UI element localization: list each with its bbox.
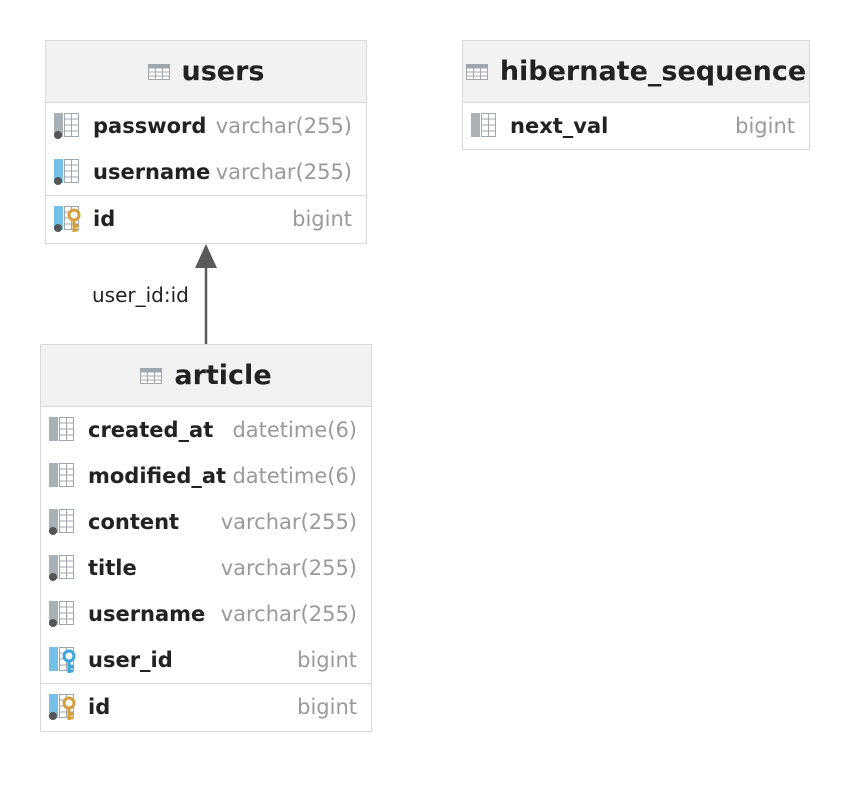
column-icon xyxy=(48,600,74,627)
column-name: content xyxy=(88,510,180,534)
column-name: created_at xyxy=(88,418,214,442)
column-name: password xyxy=(93,114,207,138)
column-type: varchar(255) xyxy=(215,114,352,138)
column-row[interactable]: content varchar(255) xyxy=(41,499,371,545)
column-row[interactable]: password varchar(255) xyxy=(46,103,366,149)
column-row[interactable]: username varchar(255) xyxy=(46,149,366,195)
primary-key-icon xyxy=(48,693,76,722)
primary-key-icon xyxy=(53,205,81,234)
column-row[interactable]: modified_at datetime(6) xyxy=(41,453,371,499)
column-name: username xyxy=(88,602,206,626)
column-type: datetime(6) xyxy=(232,418,357,442)
column-row[interactable]: title varchar(255) xyxy=(41,545,371,591)
column-row[interactable]: next_val bigint xyxy=(463,103,809,149)
table-icon xyxy=(465,63,488,80)
column-type: varchar(255) xyxy=(215,160,352,184)
table-title: article xyxy=(174,360,272,391)
column-type: bigint xyxy=(735,114,795,138)
table-icon xyxy=(140,367,163,384)
column-type: datetime(6) xyxy=(232,464,357,488)
table-title: hibernate_sequence xyxy=(499,56,807,87)
foreign-key-row[interactable]: user_id bigint xyxy=(41,637,371,683)
column-icon xyxy=(53,112,79,139)
table-hibernate-sequence[interactable]: hibernate_sequence next_val bigint xyxy=(462,40,810,150)
column-name: next_val xyxy=(510,114,609,138)
primary-key-row[interactable]: id bigint xyxy=(41,683,371,730)
column-name: user_id xyxy=(88,648,173,672)
column-type: bigint xyxy=(292,207,352,231)
table-icon xyxy=(147,63,170,80)
table-header: article xyxy=(41,345,371,407)
column-icon xyxy=(53,158,79,185)
column-type: varchar(255) xyxy=(220,556,357,580)
table-header: users xyxy=(46,41,366,103)
column-icon xyxy=(48,554,74,581)
table-users[interactable]: users password varchar(255) username var… xyxy=(45,40,367,244)
column-name: id xyxy=(88,695,111,719)
table-article[interactable]: article created_at datetime(6) modified_… xyxy=(40,344,372,732)
column-type: varchar(255) xyxy=(220,510,357,534)
column-icon xyxy=(48,416,74,442)
relation-label: user_id:id xyxy=(92,283,189,307)
column-icon xyxy=(470,112,496,138)
column-name: username xyxy=(93,160,211,184)
column-icon xyxy=(48,508,74,535)
primary-key-row[interactable]: id bigint xyxy=(46,195,366,242)
table-header: hibernate_sequence xyxy=(463,41,809,103)
column-type: varchar(255) xyxy=(220,602,357,626)
column-row[interactable]: created_at datetime(6) xyxy=(41,407,371,453)
column-name: modified_at xyxy=(88,464,227,488)
table-title: users xyxy=(181,56,265,87)
column-type: bigint xyxy=(297,695,357,719)
column-name: id xyxy=(93,207,116,231)
column-icon xyxy=(48,462,74,488)
column-name: title xyxy=(88,556,137,580)
foreign-key-icon xyxy=(48,646,76,675)
column-type: bigint xyxy=(297,648,357,672)
column-row[interactable]: username varchar(255) xyxy=(41,591,371,637)
